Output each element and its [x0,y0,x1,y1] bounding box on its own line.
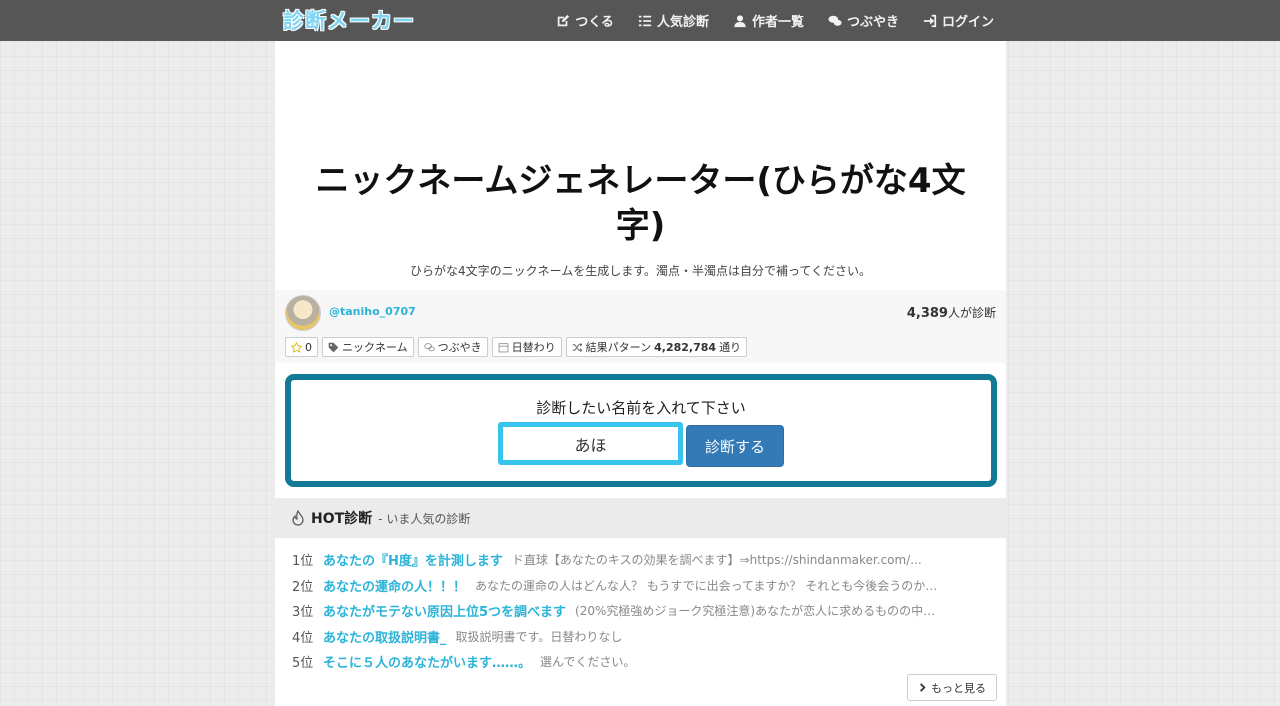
daily-tag-label: 日替わり [511,341,556,354]
author-link[interactable]: @taniho_0707 [329,305,416,318]
form-label: 診断したい名前を入れて下さい [536,399,746,417]
hot-link[interactable]: あなたがモテない原因上位5つを調べます [323,601,566,620]
nav-item-label: つぶやき [846,15,899,30]
rank-label: 4位 [292,630,314,646]
patterns-label: 結果パターン [585,341,652,354]
list-item: 2位 あなたの運命の人！！！ あなたの運命の人はどんな人？ もうすでに出会ってま… [292,573,992,599]
hot-description: 選んでください。 [540,655,636,670]
rank-label: 1位 [292,554,314,570]
hot-list: 1位 あなたの『H度』を計測します ド直球【あなたのキスの効果を調べます】⇒ht… [292,547,992,675]
login-icon [923,14,937,27]
diagnosis-form: 診断したい名前を入れて下さい 診断する [285,374,997,487]
diagnosis-count: 4,389人が診断 [907,304,996,321]
list-item: 4位 あなたの取扱説明書_ 取扱説明書です。日替わりなし [292,624,992,650]
list-item: 1位 あなたの『H度』を計測します ド直球【あなたのキスの効果を調べます】⇒ht… [292,547,992,573]
calendar-icon [498,342,508,352]
count-number: 4,389 [906,306,948,321]
page-title: ニックネームジェネレーター(ひらがな4文字) [315,161,966,246]
tweets-tag[interactable]: つぶやき [417,337,488,357]
favorite-button[interactable]: 0 [285,337,318,357]
hot-description: 取扱説明書です。日替わりなし [455,629,623,644]
nav-item-label: 作者一覧 [751,15,804,30]
nav-item-create[interactable]: つくる [556,11,614,30]
nav-menu: つくる 人気診断 作者一覧 つぶやき ログイン [532,0,994,41]
patterns-value: 4,282,784 [654,340,717,354]
list-item: 5位 そこに５人のあなたがいます……。 選んでください。 [292,649,992,675]
comments-icon [424,342,435,351]
hot-link[interactable]: あなたの運命の人！！！ [323,576,466,595]
tag-icon [328,342,339,352]
comments-icon [828,15,842,26]
nav-item-authors[interactable]: 作者一覧 [733,11,804,30]
hot-link[interactable]: あなたの『H度』を計測します [323,550,503,569]
name-input[interactable] [498,422,683,465]
star-icon [291,341,302,353]
tweets-tag-label: つぶやき [437,341,482,354]
category-tag[interactable]: ニックネーム [322,337,414,357]
category-tag-label: ニックネーム [342,341,408,354]
hot-description: ド直球【あなたのキスの効果を調べます】⇒https://shindanmaker… [511,553,922,568]
tag-bar: 0 ニックネーム つぶやき 日替わり 結果パターン 4,282,784 通り [285,337,748,357]
nav-item-popular[interactable]: 人気診断 [638,11,709,30]
diagnose-button[interactable]: 診断する [686,425,784,467]
author-avatar[interactable] [285,295,321,331]
page-description: ひらがな4文字のニックネームを生成します。濁点・半濁点は自分で補ってください。 [409,264,872,278]
hot-title: HOT診断 [311,511,373,527]
daily-tag[interactable]: 日替わり [491,337,562,357]
shindan-meta: @taniho_0707 4,389人が診断 0 ニックネーム つぶやき 日替わ… [275,290,1006,363]
rank-label: 5位 [292,656,314,672]
hot-link[interactable]: あなたの取扱説明書_ [323,627,447,646]
patterns-unit: 通り [719,341,742,354]
see-more-label: もっと見る [931,681,986,695]
hot-description: あなたの運命の人はどんな人？ もうすでに出会ってますか？ それとも今後会うのか… [475,578,938,593]
nav-item-label: ログイン [941,15,994,30]
hot-link[interactable]: そこに５人のあなたがいます……。 [323,652,531,671]
site-logo[interactable]: 診断メーカー [283,5,415,35]
main-content: ニックネームジェネレーター(ひらがな4文字) ひらがな4文字のニックネームを生成… [275,41,1006,706]
user-icon [734,14,746,27]
favorite-count: 0 [305,340,312,354]
hot-description: (20%究極強めジョーク究極注意)あなたが恋人に求めるものの中… [575,604,936,619]
fire-icon [292,510,304,526]
nav-item-label: 人気診断 [656,15,709,30]
count-suffix: 人が診断 [947,306,996,320]
see-more-button[interactable]: もっと見る [907,674,997,701]
edit-icon [557,14,570,26]
rank-label: 2位 [292,579,314,595]
chevron-right-icon [920,683,926,692]
list-icon [638,15,652,26]
rank-label: 3位 [292,605,314,621]
patterns-tag: 結果パターン 4,282,784 通り [565,337,748,357]
nav-item-login[interactable]: ログイン [923,11,994,30]
hot-section-header: HOT診断 - いま人気の診断 [275,498,1006,538]
top-navbar: 診断メーカー つくる 人気診断 作者一覧 つぶやき ログイン [0,0,1280,41]
list-item: 3位 あなたがモテない原因上位5つを調べます (20%究極強めジョーク究極注意)… [292,598,992,624]
hot-subtitle: - いま人気の診断 [378,511,471,526]
shuffle-icon [572,342,582,352]
nav-item-label: つくる [575,15,614,30]
nav-item-tweets[interactable]: つぶやき [828,11,899,30]
